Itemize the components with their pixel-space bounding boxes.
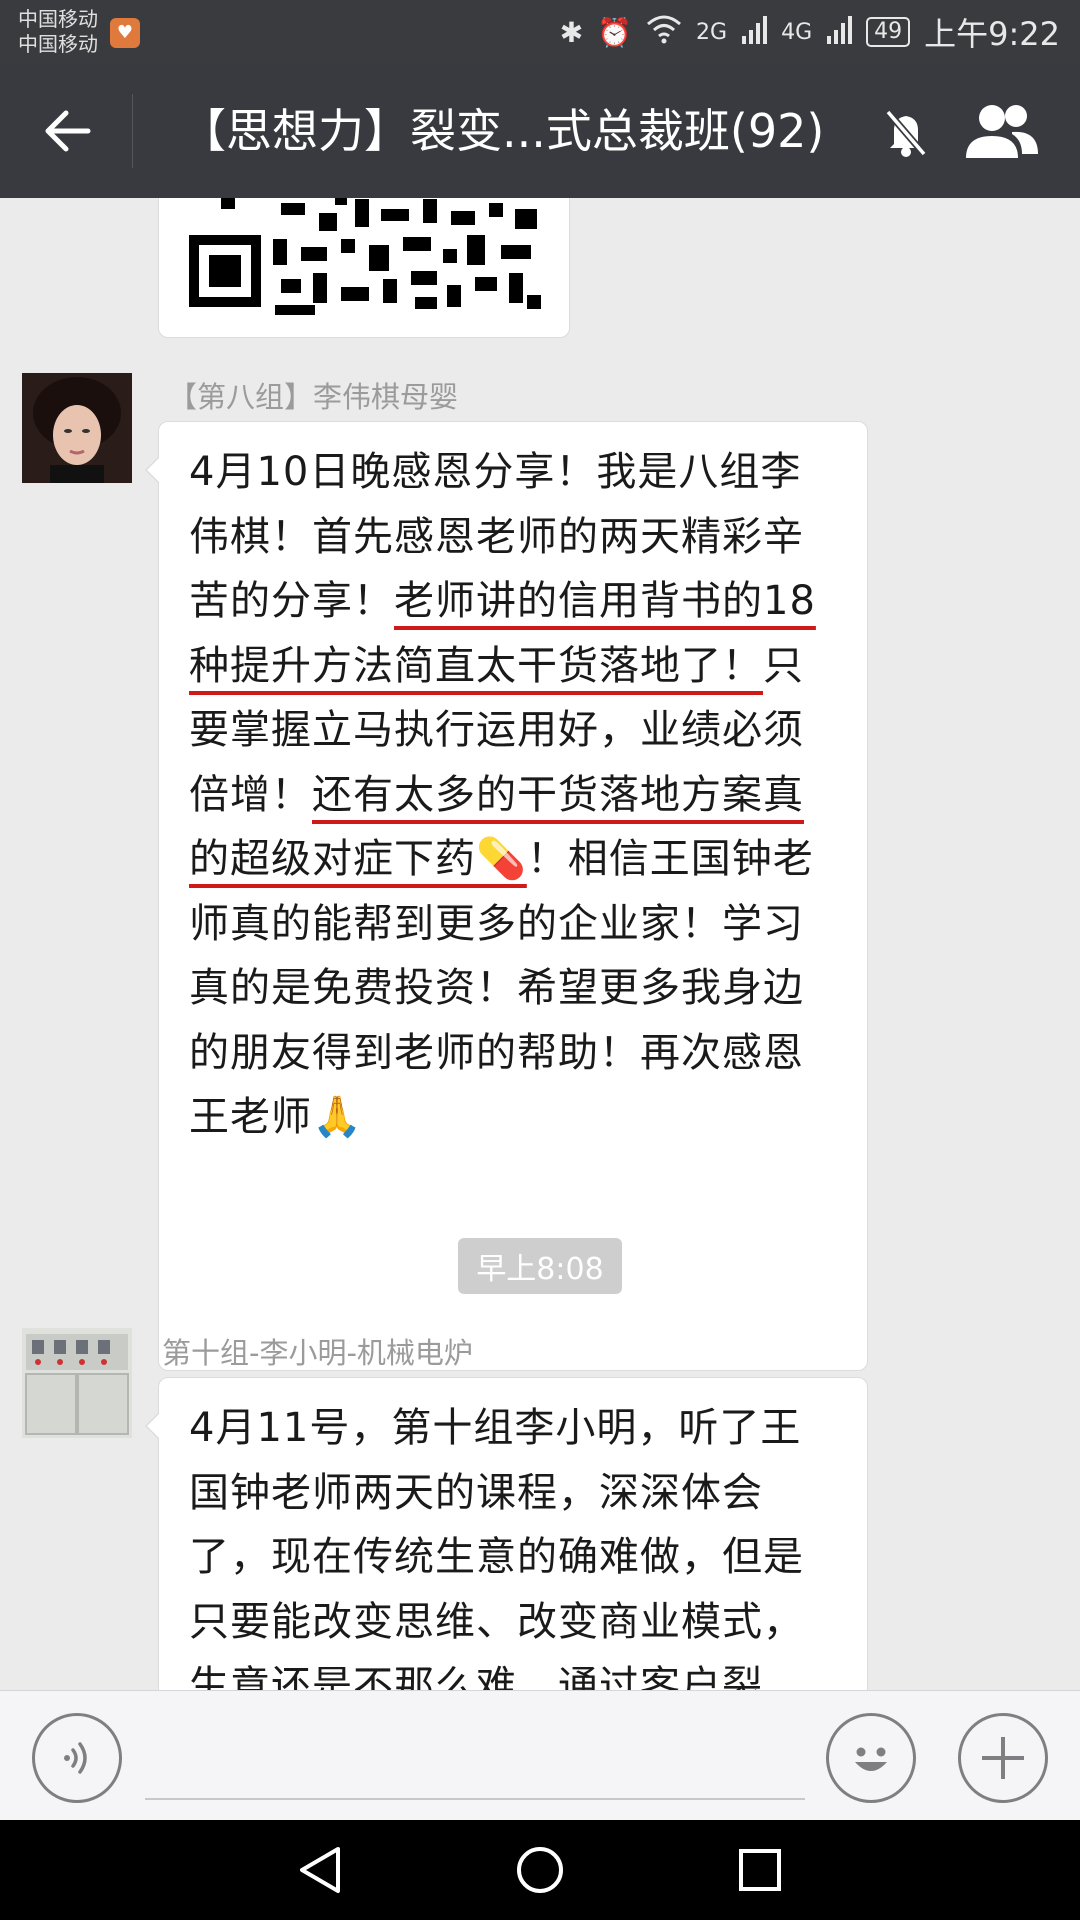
plus-button[interactable] [958,1713,1048,1803]
nav-home-icon [517,1847,563,1893]
nav-home-button[interactable] [510,1840,570,1900]
carrier-2: 中国移动 [18,32,98,56]
sender-name: 【第八组】李伟棋母婴 [168,380,459,414]
qr-code-message[interactable] [158,198,570,338]
input-bar [0,1690,1080,1820]
message-bubble[interactable]: 4月10日晚感恩分享！我是八组李伟棋！首先感恩老师的两天精彩辛苦的分享！老师讲的… [145,421,868,1371]
qr-code-image [185,198,545,319]
clock: 上午9:22 [924,15,1060,53]
header-divider [132,94,133,168]
back-button[interactable] [28,94,108,168]
nav-back-icon [300,1847,340,1893]
emoji-icon [855,1747,887,1771]
plus-icon [982,1737,1024,1779]
system-nav-bar [0,1820,1080,1920]
carrier-1: 中国移动 [18,7,98,31]
wifi-icon [646,14,682,51]
message-text: 4月10日晚感恩分享！我是八组李伟棋！首先感恩老师的两天精彩辛苦的分享！老师讲的… [189,440,837,1150]
chat-header: 【思想力】裂变...式总裁班(92) [0,64,1080,198]
emoji-button[interactable] [826,1713,916,1803]
alarm-icon: ⏰ [597,15,633,49]
carrier-info: 中国移动 中国移动 [18,7,98,57]
avatar-sender-2[interactable] [22,1328,132,1438]
voice-icon [64,1742,87,1774]
status-bar: 中国移动 中国移动 ♥ ✱ ⏰ 2G 4G 49 上午9:22 [0,0,1080,64]
notification-app-icon: ♥ [110,18,140,48]
nav-recents-button[interactable] [730,1840,790,1900]
nav-back-button[interactable] [290,1840,350,1900]
voice-button[interactable] [32,1713,122,1803]
nav-recents-icon [739,1849,781,1891]
network-2g-label: 2G [696,19,728,45]
mute-bell-icon[interactable] [878,104,934,160]
message-input[interactable] [145,1798,805,1800]
chat-title: 【思想力】裂变...式总裁班(92) [180,104,825,158]
sender-name: 第十组-李小明-机械电炉 [162,1336,473,1370]
avatar-sender-1[interactable] [22,373,132,483]
message-text: 4月11号，第十组李小明，听了王国钟老师两天的课程，深深体会了，现在传统生意的确… [189,1396,837,1690]
timestamp: 早上8:08 [458,1238,622,1294]
battery-indicator: 49 [866,17,911,47]
chat-message-list[interactable]: 【第八组】李伟棋母婴 4月10日晚感恩分享！我是八组李伟棋！首先感恩老师的两天精… [0,198,1080,1690]
signal-icon-2 [826,14,853,51]
message-segment: 4月11号，第十组李小明，听了王国钟老师两天的课程，深深体会了，现在传统生意的确… [189,1405,804,1690]
group-members-icon[interactable] [962,100,1042,164]
network-4g-label: 4G [781,19,813,45]
bluetooth-icon: ✱ [559,15,584,49]
status-indicators: ✱ ⏰ 2G 4G 49 上午9:22 [560,0,1060,64]
timestamp-row: 早上8:08 [0,1238,1080,1294]
message-bubble[interactable]: 4月11号，第十组李小明，听了王国钟老师两天的课程，深深体会了，现在传统生意的确… [145,1377,868,1690]
signal-icon-1 [741,14,768,51]
back-arrow-icon [45,110,91,152]
